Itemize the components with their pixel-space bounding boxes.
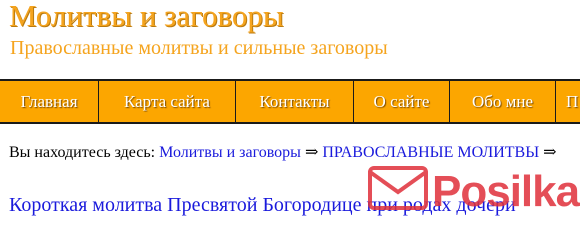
nav-item-sitemap[interactable]: Карта сайта <box>99 81 236 122</box>
breadcrumb-separator: ⇒ <box>304 144 319 161</box>
breadcrumb-link-home[interactable]: Молитвы и заговоры <box>159 144 301 161</box>
watermark-text: Posilka <box>432 167 580 216</box>
nav-item-about-me[interactable]: Обо мне <box>450 81 556 122</box>
nav-item-contacts[interactable]: Контакты <box>236 81 354 122</box>
nav-item-more[interactable]: П <box>556 81 580 122</box>
site-tagline: Православные молитвы и сильные заговоры <box>10 37 388 59</box>
main-nav: Главная Карта сайта Контакты О сайте Обо… <box>0 79 580 124</box>
nav-item-about-site[interactable]: О сайте <box>354 81 450 122</box>
envelope-icon <box>368 166 428 210</box>
breadcrumb-prefix: Вы находитесь здесь: <box>9 144 156 161</box>
nav-item-home[interactable]: Главная <box>0 81 99 122</box>
site-title[interactable]: Молитвы и заговоры <box>9 0 284 34</box>
posilka-watermark: Posilka <box>368 166 580 216</box>
